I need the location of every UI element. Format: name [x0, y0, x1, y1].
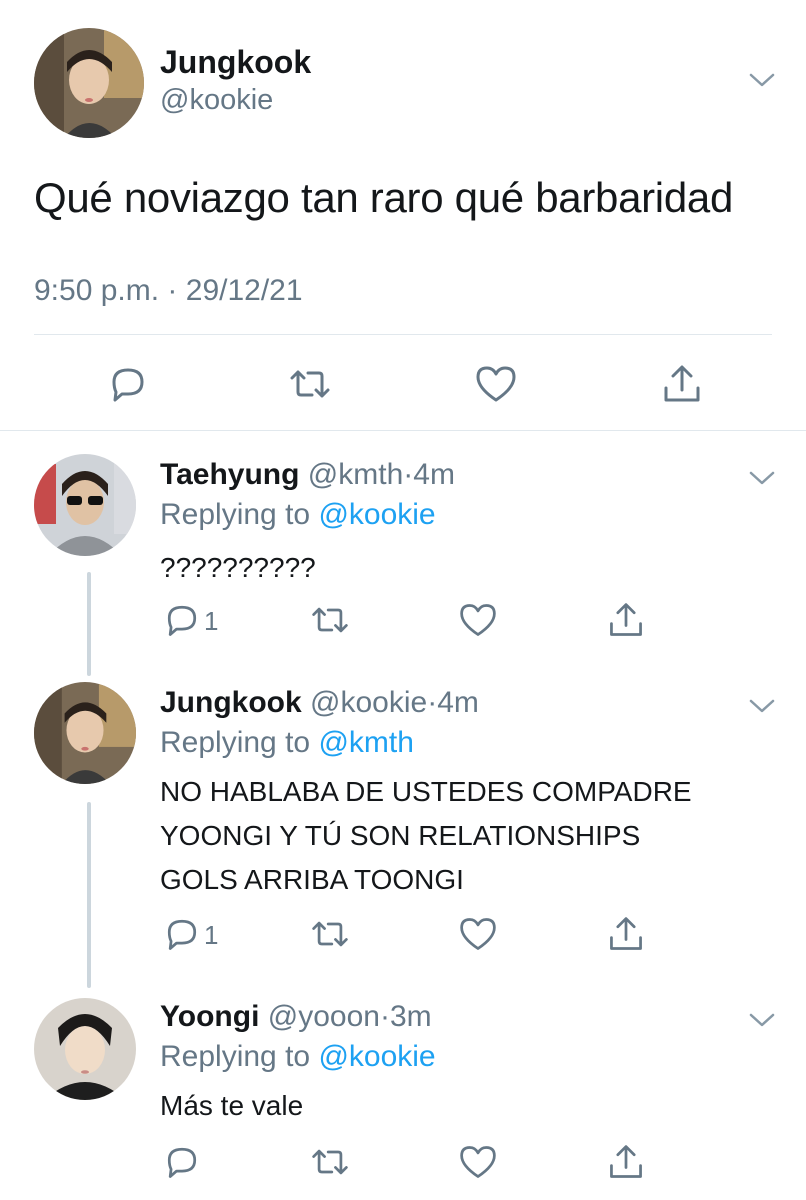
reply-header: Jungkook @kookie·4m	[160, 686, 479, 720]
reply-icon[interactable]	[162, 914, 202, 954]
replying-to: Replying to @kmth	[160, 726, 414, 760]
reply-text-line: ??????????	[160, 552, 316, 583]
reply-icon[interactable]	[106, 362, 150, 406]
reply-text: NO HABLABA DE USTEDES COMPADRE YOONGI Y …	[160, 770, 692, 902]
avatar-jungkook[interactable]	[34, 28, 144, 138]
reply-header: Yoongi @yooon·3m	[160, 1000, 432, 1034]
reply-author-name[interactable]: Yoongi	[160, 1000, 259, 1033]
reply-time: 4m	[437, 686, 479, 719]
retweet-icon[interactable]	[310, 1142, 350, 1182]
reply-text-line: YOONGI Y TÚ SON RELATIONSHIPS	[160, 820, 641, 851]
mention-link[interactable]: @kookie	[318, 1040, 435, 1073]
divider	[0, 430, 806, 431]
retweet-icon[interactable]	[288, 362, 332, 406]
replying-prefix: Replying to	[160, 1040, 311, 1073]
meta-separator: ·	[379, 1000, 390, 1033]
share-icon[interactable]	[606, 914, 646, 954]
main-tweet: Jungkook @kookie Qué noviazgo tan raro q…	[0, 0, 806, 432]
reply-tweet: Taehyung @kmth·4m Replying to @kookie ??…	[0, 454, 806, 664]
tweet-text: Qué noviazgo tan raro qué barbaridad	[34, 174, 734, 221]
reply-count: 1	[204, 606, 219, 636]
tweet-time: 9:50 p.m.	[34, 274, 160, 307]
like-icon[interactable]	[474, 362, 518, 406]
chevron-down-icon[interactable]	[748, 468, 776, 488]
reply-icon[interactable]	[162, 1142, 202, 1182]
avatar-taehyung[interactable]	[34, 454, 136, 556]
reply-time: 4m	[413, 458, 455, 491]
reply-author-handle[interactable]: @kmth	[308, 458, 403, 491]
meta-separator: ·	[403, 458, 414, 491]
chevron-down-icon[interactable]	[748, 70, 776, 90]
divider	[34, 334, 772, 335]
share-icon[interactable]	[606, 1142, 646, 1182]
reply-author-name[interactable]: Jungkook	[160, 686, 302, 719]
like-icon[interactable]	[458, 600, 498, 640]
share-icon[interactable]	[606, 600, 646, 640]
replying-prefix: Replying to	[160, 726, 311, 759]
like-icon[interactable]	[458, 1142, 498, 1182]
reply-author-handle[interactable]: @yooon	[268, 1000, 380, 1033]
meta-separator: ·	[427, 686, 438, 719]
reply-text: Más te vale	[160, 1084, 303, 1128]
share-icon[interactable]	[660, 362, 704, 406]
author-handle[interactable]: @kookie	[160, 84, 273, 117]
replying-to: Replying to @kookie	[160, 498, 436, 532]
chevron-down-icon[interactable]	[748, 696, 776, 716]
tweet-date: 29/12/21	[185, 274, 303, 307]
reply-time: 3m	[389, 1000, 432, 1033]
reply-header: Taehyung @kmth·4m	[160, 458, 455, 492]
reply-text: ??????????	[160, 546, 316, 590]
reply-author-handle[interactable]: @kookie	[310, 686, 427, 719]
author-name[interactable]: Jungkook	[160, 44, 311, 81]
reply-icon[interactable]	[162, 600, 202, 640]
meta-separator: ·	[167, 274, 178, 307]
reply-count: 1	[204, 920, 219, 950]
reply-tweet: Yoongi @yooon·3m Replying to @kookie Más…	[0, 996, 806, 1200]
retweet-icon[interactable]	[310, 600, 350, 640]
avatar-yoongi[interactable]	[34, 998, 136, 1100]
reply-text-line: Más te vale	[160, 1090, 304, 1121]
reply-text-line: GOLS ARRIBA TOONGI	[160, 864, 464, 895]
reply-tweet: Jungkook @kookie·4m Replying to @kmth NO…	[0, 682, 806, 982]
replying-prefix: Replying to	[160, 498, 311, 531]
replying-to: Replying to @kookie	[160, 1040, 436, 1074]
reply-text-line: NO HABLABA DE USTEDES COMPADRE	[160, 776, 692, 807]
avatar-jungkook[interactable]	[34, 682, 136, 784]
mention-link[interactable]: @kmth	[318, 726, 413, 759]
chevron-down-icon[interactable]	[748, 1010, 776, 1030]
retweet-icon[interactable]	[310, 914, 350, 954]
tweet-timestamp: 9:50 p.m. · 29/12/21	[34, 274, 303, 308]
mention-link[interactable]: @kookie	[318, 498, 435, 531]
like-icon[interactable]	[458, 914, 498, 954]
reply-author-name[interactable]: Taehyung	[160, 458, 299, 491]
